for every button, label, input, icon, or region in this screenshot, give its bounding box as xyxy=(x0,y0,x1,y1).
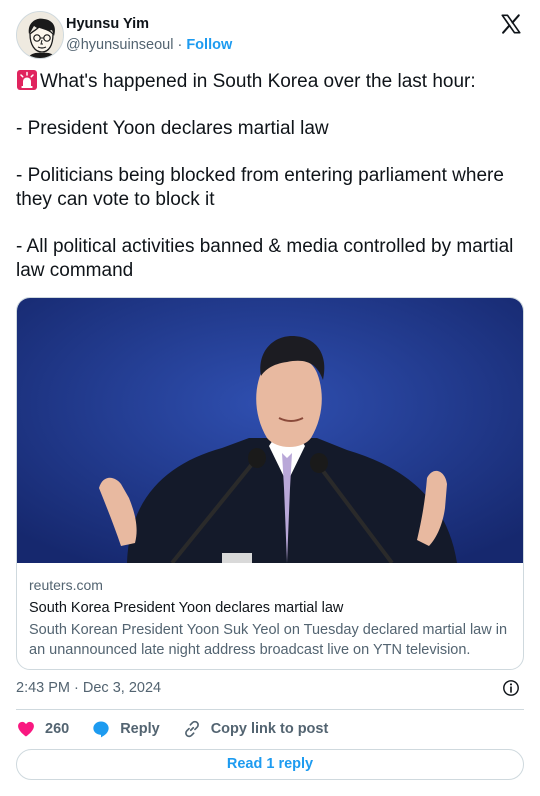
avatar[interactable] xyxy=(16,11,64,59)
link-preview-description: South Korean President Yoon Suk Yeol on … xyxy=(29,622,508,658)
tweet-timestamp[interactable]: 2:43 PM · Dec 3, 2024 xyxy=(16,680,161,696)
copy-link-button[interactable]: Copy link to post xyxy=(182,719,329,739)
handle-separator: · xyxy=(173,37,187,53)
x-logo-icon[interactable] xyxy=(500,13,522,35)
info-icon[interactable] xyxy=(502,679,520,697)
like-button[interactable]: 260 xyxy=(16,719,69,739)
author-handle-line: @hyunsuinseoul · Follow xyxy=(66,35,232,55)
link-preview-title: South Korea President Yoon declares mart… xyxy=(29,600,344,616)
like-count: 260 xyxy=(45,721,70,737)
link-preview-domain: reuters.com xyxy=(29,577,103,593)
reply-button[interactable]: Reply xyxy=(91,719,160,739)
heart-icon xyxy=(18,721,34,737)
link-preview-card[interactable]: reuters.com South Korea President Yoon d… xyxy=(16,297,524,670)
tweet-line-2: - President Yoon declares martial law xyxy=(16,118,329,140)
tweet-line-1: What's happened in South Korea over the … xyxy=(16,69,526,94)
link-preview-image[interactable] xyxy=(17,298,523,563)
link-icon xyxy=(184,720,199,738)
embedded-tweet: Hyunsu Yim @hyunsuinseoul · Follow What'… xyxy=(0,0,540,796)
avatar-caricature xyxy=(17,12,63,58)
tweet-header: Hyunsu Yim @hyunsuinseoul · Follow xyxy=(16,11,524,59)
author-name[interactable]: Hyunsu Yim xyxy=(66,15,232,33)
read-reply-button[interactable]: Read 1 reply xyxy=(16,749,524,780)
reply-label: Reply xyxy=(120,721,160,737)
reply-bubble-icon xyxy=(93,721,109,738)
tweet-line-3: - Politicians being blocked from enterin… xyxy=(16,165,504,210)
tweet-line-4: - All political activities banned & medi… xyxy=(16,236,514,281)
action-bar: 260 Reply Copy link to post xyxy=(16,718,350,740)
tweet-line-1-text: What's happened in South Korea over the … xyxy=(40,71,476,92)
siren-icon xyxy=(17,70,37,90)
author-handle[interactable]: @hyunsuinseoul xyxy=(66,37,173,53)
timestamp-row: 2:43 PM · Dec 3, 2024 xyxy=(16,677,524,699)
link-preview-meta: reuters.com South Korea President Yoon d… xyxy=(29,576,513,660)
author-block: Hyunsu Yim @hyunsuinseoul · Follow xyxy=(66,15,232,55)
tweet-text: What's happened in South Korea over the … xyxy=(16,69,526,282)
follow-button[interactable]: Follow xyxy=(186,37,232,53)
divider xyxy=(16,709,524,710)
copy-link-label: Copy link to post xyxy=(210,721,329,737)
